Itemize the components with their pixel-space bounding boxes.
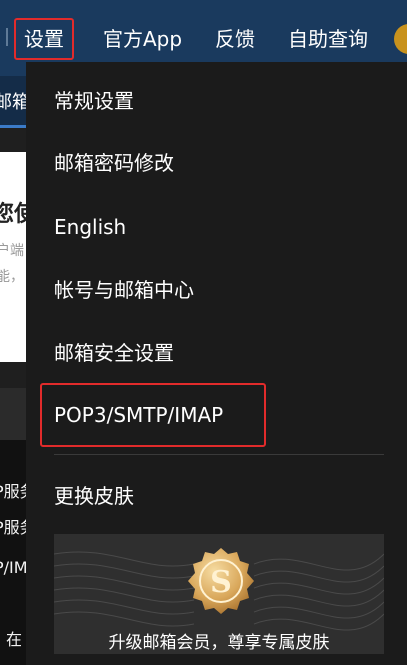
avatar[interactable] [394, 24, 407, 54]
background-band [0, 388, 26, 440]
menu-item-account-center[interactable]: 帐号与邮箱中心 [54, 275, 194, 305]
menu-item-security-settings[interactable]: 邮箱安全设置 [54, 338, 174, 368]
background-list-item: P服务 [0, 482, 26, 501]
background-list-item: P服务 [0, 518, 26, 537]
menu-divider [54, 454, 384, 455]
background-card: 您使 户端 能， [0, 152, 26, 362]
nav-separator [6, 28, 8, 46]
menu-item-general-settings[interactable]: 常规设置 [54, 86, 134, 116]
vip-coin-icon: S [186, 546, 256, 616]
nav-settings[interactable]: 设置 [14, 18, 74, 60]
background-list: P服务 P服务 P/IM 在 [0, 440, 26, 665]
nav-official-app[interactable]: 官方App [103, 18, 182, 60]
background-tab-label: 邮箱 [0, 92, 26, 113]
skin-promo-banner[interactable]: S 升级邮箱会员，尊享专属皮肤 [54, 534, 384, 654]
background-tab[interactable]: 邮箱 [0, 76, 26, 128]
background-card-text: 户端 [0, 243, 24, 259]
promo-text: 升级邮箱会员，尊享专属皮肤 [108, 633, 330, 653]
background-card-heading: 您使 [0, 202, 26, 227]
nav-self-service[interactable]: 自助查询 [288, 18, 368, 60]
background-card-text: 能， [0, 269, 24, 285]
background-list-item: P/IM [0, 558, 26, 577]
background-page: 邮箱 您使 户端 能， P服务 P服务 P/IM 在 [0, 76, 26, 665]
menu-item-change-skin[interactable]: 更换皮肤 [54, 481, 134, 511]
settings-dropdown-menu: 常规设置 邮箱密码修改 English 帐号与邮箱中心 邮箱安全设置 POP3/… [26, 62, 407, 665]
background-list-item: 在 [6, 630, 23, 649]
menu-item-change-password[interactable]: 邮箱密码修改 [54, 148, 174, 178]
menu-item-english[interactable]: English [54, 212, 126, 242]
svg-text:S: S [210, 565, 232, 600]
menu-item-pop3-smtp-imap[interactable]: POP3/SMTP/IMAP [40, 383, 266, 447]
nav-feedback[interactable]: 反馈 [215, 18, 255, 60]
